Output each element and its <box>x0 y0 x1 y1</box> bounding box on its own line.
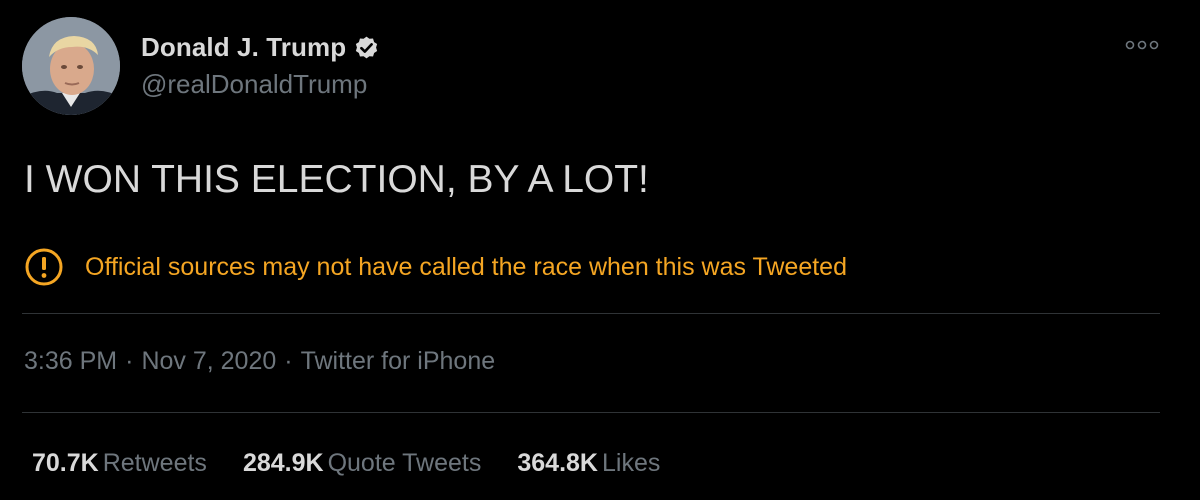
tweet-text: I WON THIS ELECTION, BY A LOT! <box>24 158 649 201</box>
retweets-stat[interactable]: 70.7K Retweets <box>32 449 207 478</box>
date-link[interactable]: Nov 7, 2020 <box>141 347 276 375</box>
verified-badge-icon <box>352 33 381 62</box>
tweet-stats: 70.7K Retweets 284.9K Quote Tweets 364.8K L… <box>32 449 696 478</box>
handle[interactable]: @realDonaldTrump <box>141 69 367 100</box>
retweets-label: Retweets <box>102 449 207 477</box>
author-row: Donald J. Trump <box>141 29 381 65</box>
notice-link[interactable]: Official sources may not have called the… <box>85 253 847 282</box>
avatar[interactable] <box>22 17 120 115</box>
meta-separator: · <box>125 347 134 375</box>
tweet-card: Donald J. Trump @realDonaldTrump I WON T… <box>0 0 1200 500</box>
likes-label: Likes <box>601 449 661 477</box>
source-link[interactable]: Twitter for iPhone <box>301 347 496 375</box>
warning-exclamation-icon <box>24 247 64 287</box>
election-notice: Official sources may not have called the… <box>24 247 847 287</box>
quote-tweets-label: Quote Tweets <box>327 449 482 477</box>
divider <box>22 313 1160 314</box>
display-name[interactable]: Donald J. Trump <box>141 32 346 63</box>
quote-tweets-stat[interactable]: 284.9K Quote Tweets <box>243 449 481 478</box>
retweets-count: 70.7K <box>32 449 99 477</box>
likes-stat[interactable]: 364.8K Likes <box>517 449 660 478</box>
profile-photo-icon <box>22 17 120 115</box>
timestamp-link[interactable]: 3:36 PM <box>24 347 117 375</box>
more-options-icon[interactable] <box>1120 30 1164 60</box>
quote-tweets-count: 284.9K <box>242 449 324 477</box>
meta-separator: · <box>284 347 293 375</box>
tweet-meta: 3:36 PM · Nov 7, 2020 · Twitter for iPhone <box>24 347 495 376</box>
likes-count: 364.8K <box>517 449 598 477</box>
divider <box>22 412 1160 413</box>
